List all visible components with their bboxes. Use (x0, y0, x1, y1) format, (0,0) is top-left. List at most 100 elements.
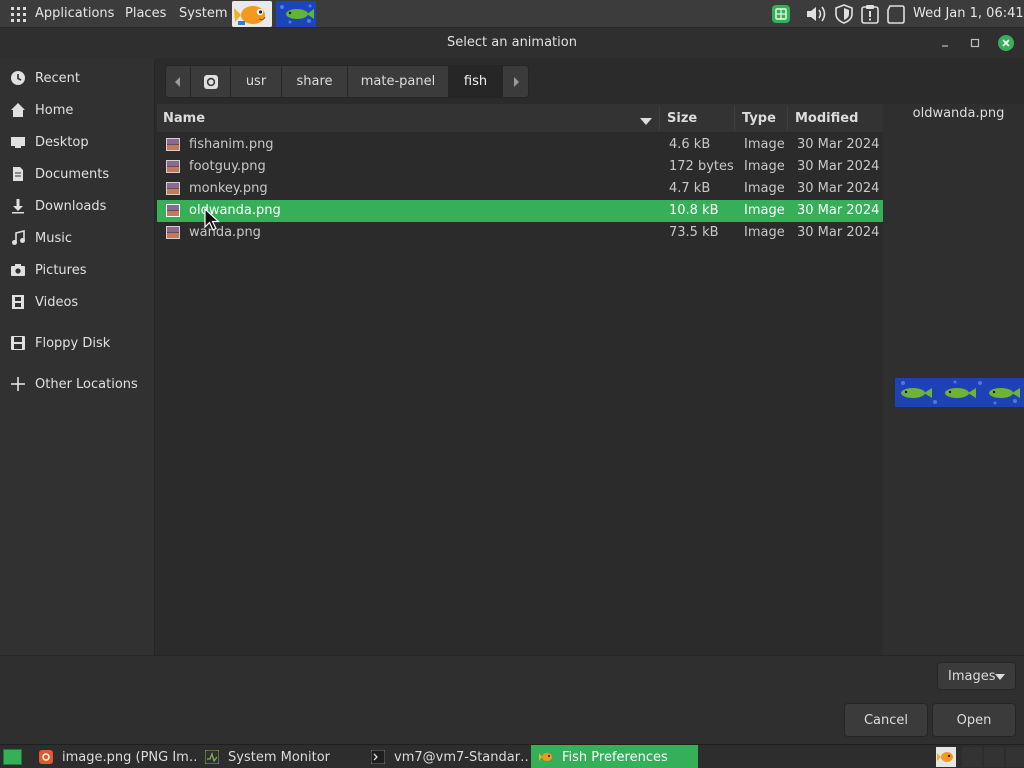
fish-applet-icon[interactable] (936, 747, 956, 767)
system-monitor-icon (204, 749, 220, 765)
file-modified: 30 Mar 2024 (797, 181, 880, 196)
column-header-type[interactable]: Type (742, 111, 776, 126)
path-crumb-mate-panel[interactable]: mate-panel (348, 66, 449, 97)
close-icon[interactable] (998, 35, 1014, 51)
column-header-size[interactable]: Size (667, 111, 697, 126)
cancel-button[interactable]: Cancel (844, 703, 928, 737)
maximize-icon[interactable] (967, 35, 983, 51)
sidebar-item-desktop[interactable]: Desktop (0, 128, 155, 156)
sidebar-label: Floppy Disk (35, 335, 111, 351)
file-name: footguy.png (189, 159, 266, 174)
path-back-button[interactable] (166, 66, 191, 97)
sidebar-label: Documents (35, 166, 110, 182)
film-icon (10, 294, 26, 310)
file-name: monkey.png (189, 181, 268, 196)
list-header: Name Size Type Modified (157, 104, 883, 133)
sidebar-item-recent[interactable]: Recent (0, 64, 155, 92)
workspace-3-icon[interactable] (1006, 747, 1024, 767)
preview-image (895, 378, 1024, 407)
bottom-panel: image.png (PNG Im… System Monitor vm7@vm… (0, 744, 1024, 768)
update-notice-icon[interactable] (859, 4, 881, 24)
drive-icon (203, 74, 218, 89)
path-bar: usr share mate-panel fish (165, 65, 529, 98)
shield-icon[interactable] (833, 4, 855, 24)
sidebar-item-home[interactable]: Home (0, 96, 155, 124)
file-list[interactable]: Name Size Type Modified fishanim.png 4.6… (157, 104, 883, 655)
path-crumb-usr[interactable]: usr (231, 66, 282, 97)
path-forward-button[interactable] (503, 66, 528, 97)
clipboard-icon[interactable] (885, 4, 907, 24)
fish-icon (539, 750, 553, 764)
sidebar-label: Pictures (35, 262, 87, 278)
show-desktop-icon[interactable] (3, 749, 22, 765)
column-header-name[interactable]: Name (163, 111, 205, 126)
file-name: wanda.png (189, 225, 261, 240)
file-name: fishanim.png (189, 137, 274, 152)
floppy-disk-icon (10, 335, 26, 351)
column-separator (787, 106, 788, 131)
sidebar-item-documents[interactable]: Documents (0, 160, 155, 188)
sidebar-item-pictures[interactable]: Pictures (0, 256, 155, 284)
file-size: 172 bytes (669, 159, 734, 174)
sidebar-item-floppy-disk[interactable]: Floppy Disk (0, 329, 155, 357)
taskbar-item-terminal[interactable]: vm7@vm7-Standar… (363, 745, 528, 768)
desktop-icon (10, 134, 26, 150)
sidebar-label: Other Locations (35, 376, 138, 392)
applications-grid-icon[interactable] (11, 7, 26, 22)
taskbar-label: vm7@vm7-Standar… (394, 749, 528, 765)
applications-menu[interactable]: Applications (35, 6, 114, 21)
wanda-launcher-icon[interactable] (276, 1, 316, 27)
taskbar-item-system-monitor[interactable]: System Monitor (197, 745, 362, 768)
file-modified: 30 Mar 2024 (797, 137, 880, 152)
chevron-right-icon (513, 76, 519, 87)
file-row-selected[interactable]: oldwanda.png 10.8 kB Image 30 Mar 2024 (157, 200, 883, 222)
download-icon (10, 198, 26, 214)
sidebar-label: Music (35, 230, 72, 246)
minimize-icon[interactable] (937, 35, 953, 51)
image-file-icon (166, 226, 180, 239)
file-row[interactable]: monkey.png 4.7 kB Image 30 Mar 2024 (157, 178, 883, 200)
top-panel: Applications Places System Wed Jan 1, 06… (0, 0, 1024, 28)
file-modified: 30 Mar 2024 (797, 159, 880, 174)
open-button[interactable]: Open (932, 703, 1016, 737)
file-row[interactable]: fishanim.png 4.6 kB Image 30 Mar 2024 (157, 134, 883, 156)
mouse-pointer-icon (204, 207, 221, 236)
dialog-titlebar[interactable]: Select an animation (0, 28, 1024, 58)
places-menu[interactable]: Places (125, 6, 166, 21)
sidebar-label: Recent (35, 70, 80, 86)
file-size: 10.8 kB (669, 203, 719, 218)
sidebar-item-music[interactable]: Music (0, 224, 155, 252)
taskbar-item-image-viewer[interactable]: image.png (PNG Im… (31, 745, 196, 768)
taskbar-item-fish-preferences[interactable]: Fish Preferences (531, 745, 698, 768)
sidebar-item-other-locations[interactable]: Other Locations (0, 370, 155, 398)
system-menu[interactable]: System (179, 6, 227, 21)
file-size: 73.5 kB (669, 225, 719, 240)
path-root-button[interactable] (191, 66, 231, 97)
image-file-icon (166, 204, 180, 217)
file-size: 4.6 kB (669, 137, 711, 152)
file-row[interactable]: wanda.png 73.5 kB Image 30 Mar 2024 (157, 222, 883, 244)
preview-filename: oldwanda.png (912, 106, 1005, 121)
sort-descending-icon[interactable] (640, 115, 652, 130)
image-file-icon (166, 182, 180, 195)
file-type-filter[interactable]: Images (937, 662, 1016, 690)
taskbar-label: image.png (PNG Im… (62, 749, 196, 765)
sidebar-item-videos[interactable]: Videos (0, 288, 155, 316)
workspace-1-icon[interactable] (962, 747, 982, 767)
path-crumb-fish[interactable]: fish (449, 66, 503, 97)
file-row[interactable]: footguy.png 172 bytes Image 30 Mar 2024 (157, 156, 883, 178)
column-header-modified[interactable]: Modified (795, 111, 858, 126)
preview-pane: oldwanda.png (883, 104, 1024, 655)
image-file-icon (166, 160, 180, 173)
network-status-icon[interactable] (771, 4, 791, 24)
volume-icon[interactable] (805, 4, 829, 24)
path-crumb-share[interactable]: share (282, 66, 348, 97)
workspace-2-icon[interactable] (984, 747, 1004, 767)
column-separator (734, 106, 735, 131)
taskbar-label: System Monitor (228, 749, 331, 765)
panel-clock[interactable]: Wed Jan 1, 06:41 (913, 6, 1024, 21)
fish-launcher-icon[interactable] (232, 1, 272, 27)
sidebar-label: Home (35, 102, 74, 118)
sidebar-item-downloads[interactable]: Downloads (0, 192, 155, 220)
taskbar-label: Fish Preferences (562, 749, 668, 765)
